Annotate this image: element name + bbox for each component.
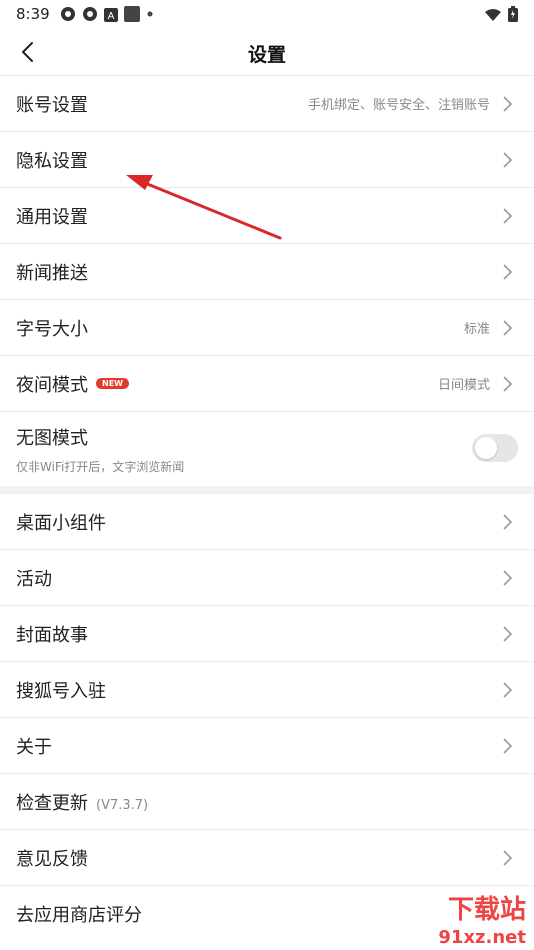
no-image-mode-row: 无图模式 仅非WiFi打开后，文字浏览新闻 (0, 411, 534, 486)
svg-text:A: A (108, 11, 115, 22)
page-title: 设置 (247, 44, 286, 66)
row-label: 无图模式 (16, 428, 88, 449)
no-image-toggle[interactable] (472, 434, 518, 462)
new-badge: NEW (96, 378, 129, 389)
row-label: 账号设置 (16, 94, 88, 116)
activity-row[interactable]: 活动 (0, 549, 534, 605)
chevron-right-icon (503, 95, 513, 112)
row-label: 活动 (16, 568, 52, 590)
chevron-right-icon (503, 151, 513, 168)
general-settings-row[interactable]: 通用设置 (0, 187, 534, 243)
row-hint: 手机绑定、账号安全、注销账号 (307, 98, 490, 113)
watermark-line1: 下载站 (447, 895, 526, 925)
row-hint: 标准 (463, 322, 490, 337)
row-label-text: 检查更新 (16, 792, 88, 814)
watermark-line2: 91xz.net (438, 927, 526, 948)
square-icon (124, 6, 140, 26)
row-label: 关于 (16, 736, 52, 758)
night-mode-row[interactable]: 夜间模式 NEW 日间模式 (0, 355, 534, 411)
row-label: 检查更新 (V7.3.7) (16, 789, 148, 815)
status-bar: 8:39 A (0, 0, 534, 28)
wifi-icon (484, 7, 502, 26)
row-label: 去应用商店评分 (16, 904, 142, 926)
account-settings-row[interactable]: 账号设置 手机绑定、账号安全、注销账号 (0, 75, 534, 131)
chevron-right-icon (503, 737, 513, 754)
news-push-row[interactable]: 新闻推送 (0, 243, 534, 299)
cover-story-row[interactable]: 封面故事 (0, 605, 534, 661)
row-label: 字号大小 (16, 318, 88, 340)
app-icon-2 (82, 6, 98, 26)
chevron-right-icon (503, 263, 513, 280)
row-label: 夜间模式 NEW (16, 371, 129, 397)
about-row[interactable]: 关于 (0, 717, 534, 773)
a-icon: A (104, 7, 118, 26)
notification-icons: A (60, 6, 154, 26)
feedback-row[interactable]: 意见反馈 (0, 829, 534, 885)
status-time: 8:39 (16, 5, 50, 23)
row-subtitle: 仅非WiFi打开后，文字浏览新闻 (16, 460, 185, 474)
section-divider (0, 486, 534, 494)
toggle-knob (475, 437, 497, 459)
version-text: (V7.3.7) (96, 797, 149, 813)
battery-icon (508, 6, 518, 26)
row-label: 搜狐号入驻 (16, 680, 106, 702)
chevron-right-icon (503, 207, 513, 224)
desktop-widget-row[interactable]: 桌面小组件 (0, 494, 534, 549)
row-hint: 日间模式 (437, 378, 490, 393)
row-label: 隐私设置 (16, 150, 88, 172)
chevron-right-icon (503, 849, 513, 866)
settings-list: 账号设置 手机绑定、账号安全、注销账号 隐私设置 通用设置 新闻推送 字号大小 … (0, 75, 534, 941)
row-label-text: 夜间模式 (16, 374, 88, 396)
nav-bar: 设置 (0, 28, 534, 76)
row-label: 意见反馈 (16, 848, 88, 870)
watermark-logo: 下载站 91xz.net (364, 890, 534, 950)
chevron-right-icon (503, 625, 513, 642)
check-update-row[interactable]: 检查更新 (V7.3.7) (0, 773, 534, 829)
privacy-settings-row[interactable]: 隐私设置 (0, 131, 534, 187)
row-label: 封面故事 (16, 624, 88, 646)
system-icons (484, 6, 518, 26)
app-icon-1 (60, 6, 76, 26)
chevron-right-icon (503, 513, 513, 530)
sohu-account-row[interactable]: 搜狐号入驻 (0, 661, 534, 717)
row-label: 通用设置 (16, 206, 88, 228)
chevron-right-icon (503, 569, 513, 586)
chevron-right-icon (503, 681, 513, 698)
row-label: 桌面小组件 (16, 512, 106, 534)
chevron-right-icon (503, 319, 513, 336)
font-size-row[interactable]: 字号大小 标准 (0, 299, 534, 355)
dot-icon (146, 6, 154, 26)
chevron-right-icon (503, 375, 513, 392)
row-label: 新闻推送 (16, 262, 88, 284)
